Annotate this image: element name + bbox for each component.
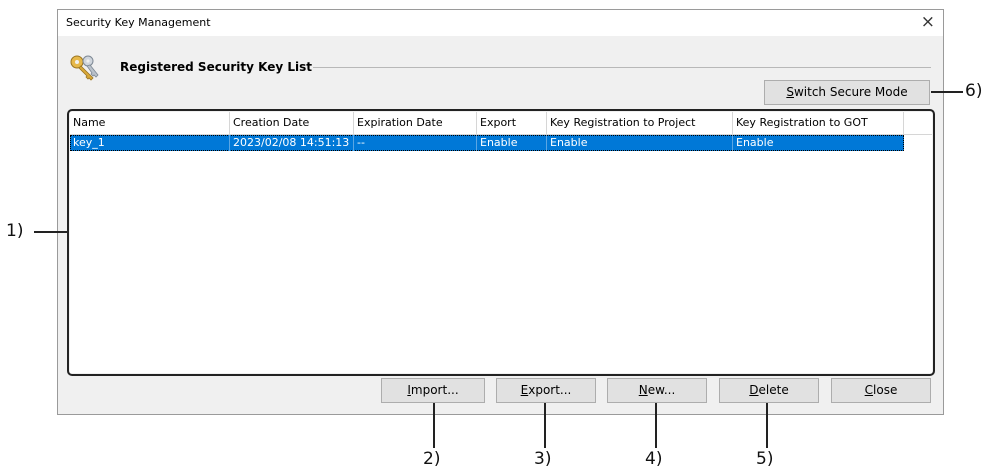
- title-bar: Security Key Management ×: [58, 10, 943, 36]
- callout-line-1: [34, 231, 68, 233]
- callout-line-5: [766, 403, 768, 448]
- security-key-management-dialog: Security Key Management × Registered Sec…: [57, 9, 944, 415]
- callout-line-3: [544, 403, 546, 448]
- button-mnemonic: N: [638, 383, 648, 397]
- new-button[interactable]: New...: [607, 378, 707, 403]
- keys-icon: [70, 55, 99, 81]
- delete-button[interactable]: Delete: [719, 378, 819, 403]
- import-button[interactable]: Import...: [381, 378, 485, 403]
- button-mnemonic: C: [864, 383, 874, 397]
- callout-line-2: [433, 403, 435, 448]
- callout-label-2: 2): [423, 449, 441, 469]
- dialog-title: Security Key Management: [66, 16, 211, 29]
- section-title: Registered Security Key List: [120, 60, 312, 74]
- table-callout-frame: [67, 109, 935, 376]
- button-label-post: xport...: [528, 383, 572, 397]
- button-label-post: lose: [873, 383, 898, 397]
- export-button[interactable]: Export...: [496, 378, 596, 403]
- button-label-post: mport...: [410, 383, 459, 397]
- callout-line-6: [931, 91, 963, 93]
- callout-label-5: 5): [756, 449, 774, 469]
- button-label-post: elete: [758, 383, 789, 397]
- callout-label-6: 6): [965, 81, 983, 101]
- callout-label-1: 1): [6, 221, 24, 241]
- close-button[interactable]: Close: [831, 378, 931, 403]
- callout-line-4: [655, 403, 657, 448]
- callout-label-3: 3): [534, 449, 552, 469]
- close-icon[interactable]: ×: [921, 12, 935, 32]
- button-mnemonic: D: [749, 383, 759, 397]
- section-divider: [313, 67, 931, 68]
- switch-secure-mode-button[interactable]: Switch Secure Mode: [764, 80, 930, 105]
- button-mnemonic: S: [786, 85, 794, 99]
- button-label-post: witch Secure Mode: [793, 85, 908, 99]
- callout-label-4: 4): [645, 449, 663, 469]
- button-label-post: ew...: [647, 383, 676, 397]
